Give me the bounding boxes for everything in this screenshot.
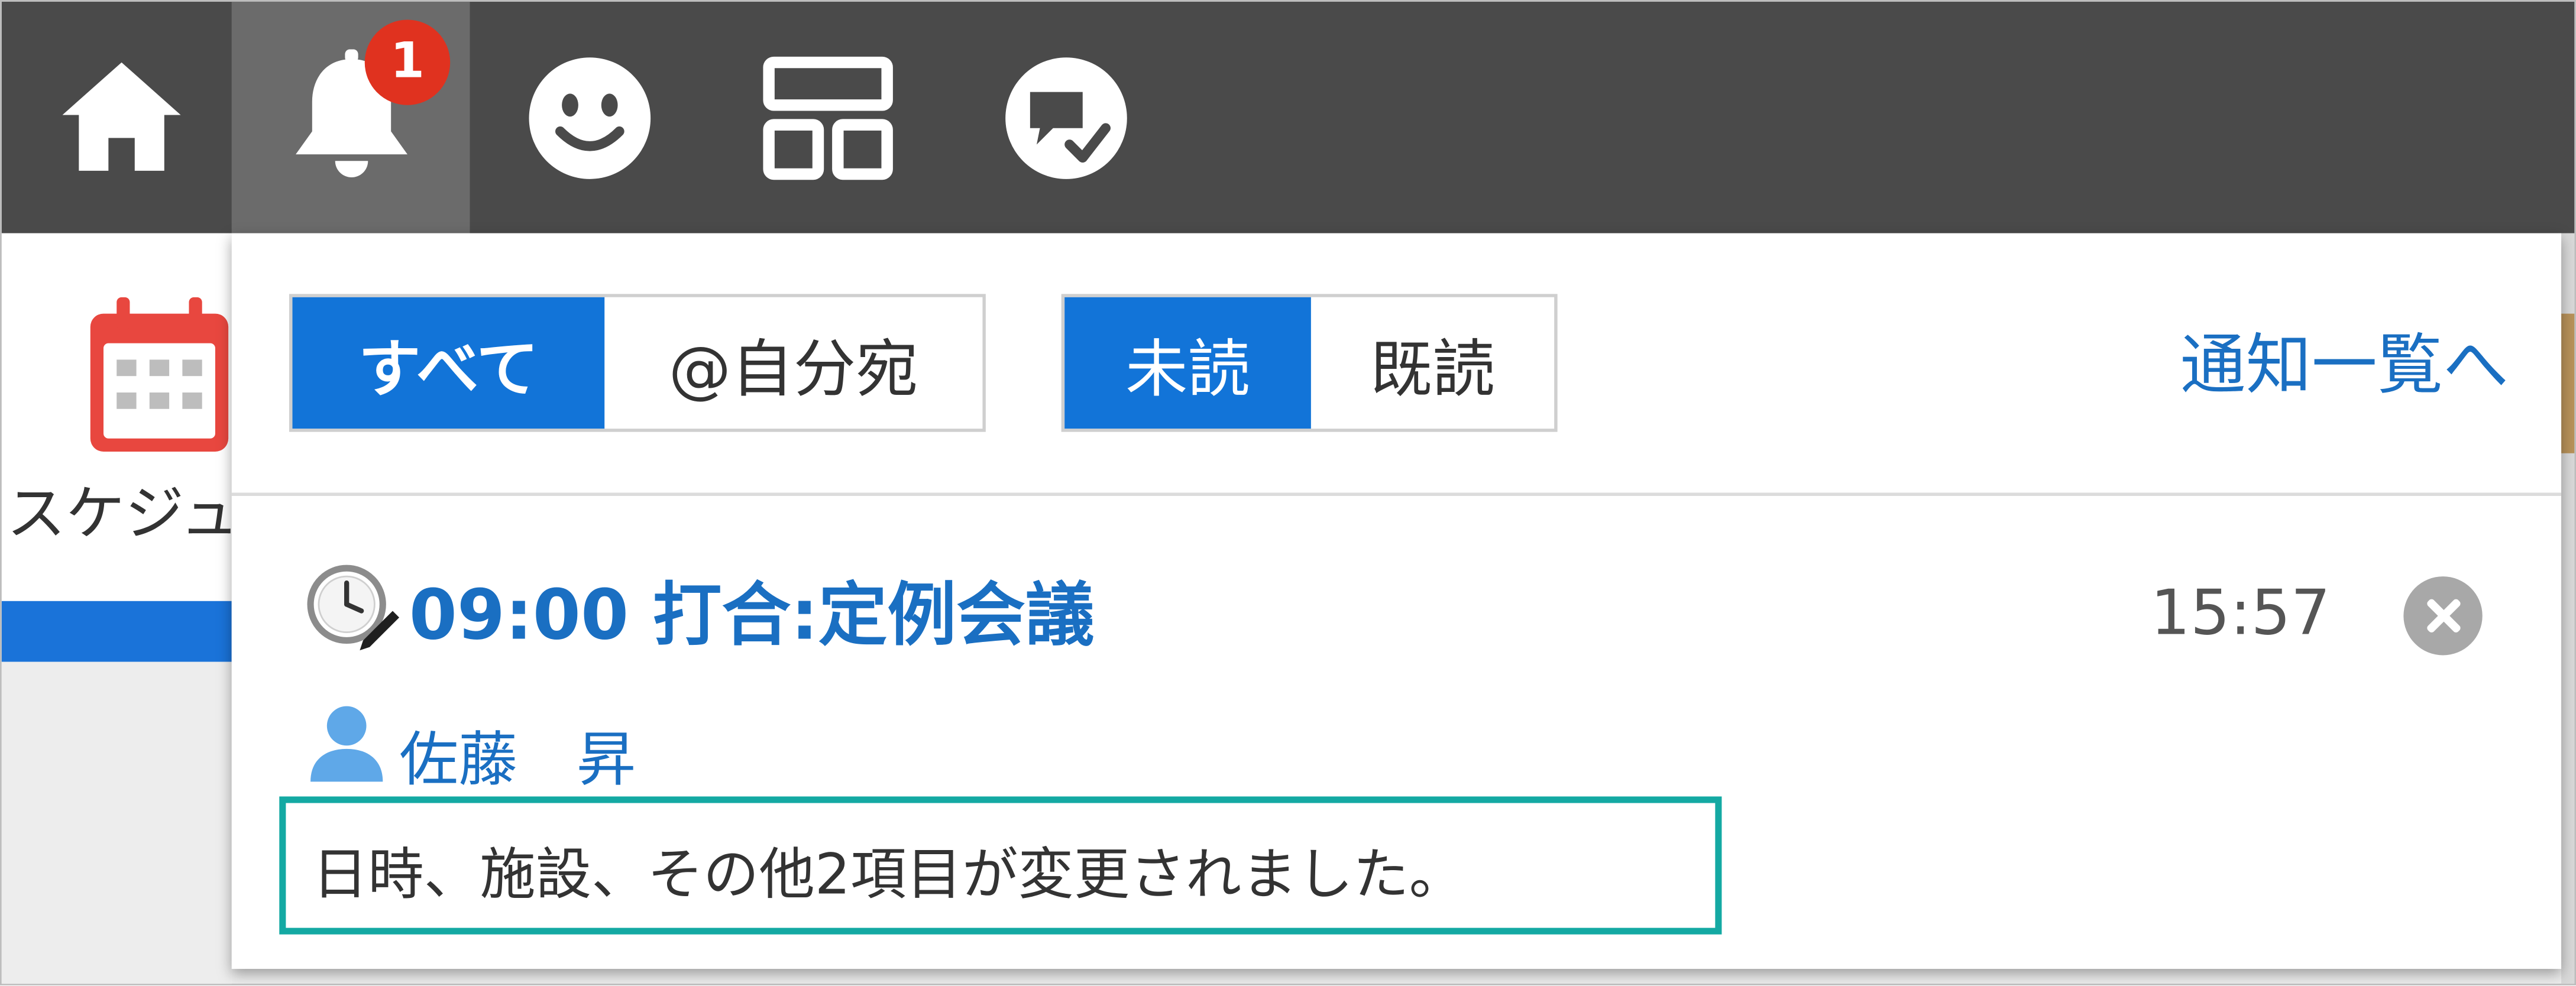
tab-read[interactable]: 既読: [1310, 297, 1555, 429]
background-lower-area: [1, 661, 232, 984]
notification-list-link[interactable]: 通知一覧へ: [2180, 312, 2509, 407]
smiley-icon: [528, 56, 650, 179]
notification-message: 日時、施設、その他2項目が変更されました。: [312, 842, 1465, 909]
user-icon: [304, 699, 389, 792]
read-status-tab-group: 未読 既読: [1061, 294, 1558, 432]
calendar-icon[interactable]: [87, 294, 231, 461]
background-app-label[interactable]: スケジュ: [7, 466, 239, 552]
nav-people-button[interactable]: [470, 2, 708, 233]
nav-messages-button[interactable]: [946, 2, 1185, 233]
notification-user-link[interactable]: 佐藤 昇: [399, 713, 636, 798]
filter-tab-group: すべて @自分宛: [289, 294, 986, 432]
dismiss-notification-button[interactable]: [2403, 576, 2483, 656]
notification-message-box: 日時、施設、その他2項目が変更されました。: [279, 796, 1722, 935]
nav-home-button[interactable]: [2, 2, 240, 233]
tab-unread[interactable]: 未読: [1064, 297, 1311, 429]
layout-icon: [762, 56, 892, 179]
home-icon: [62, 61, 180, 170]
notification-title-link[interactable]: 09:00 打合:定例会議: [409, 560, 1095, 660]
background-right-accent: [2561, 313, 2575, 453]
clock-pen-icon: [304, 562, 400, 663]
header-divider: [231, 492, 2562, 496]
background-blue-strip: [1, 601, 232, 662]
header-bar: 1: [1, 1, 2575, 233]
screen: 1 スケジュ すべて @自分宛 未読 既読 通知一覧へ 09:00 打合:定例会…: [0, 0, 2576, 985]
tab-mentions[interactable]: @自分宛: [604, 297, 983, 429]
notification-popup: すべて @自分宛 未読 既読 通知一覧へ 09:00 打合:定例会議 15:57: [231, 233, 2562, 969]
notification-count-badge: 1: [364, 20, 451, 105]
tab-all[interactable]: すべて: [292, 297, 605, 429]
chat-check-icon: [1004, 56, 1127, 179]
nav-portal-button[interactable]: [708, 2, 946, 233]
notification-time: 15:57: [2150, 576, 2331, 649]
